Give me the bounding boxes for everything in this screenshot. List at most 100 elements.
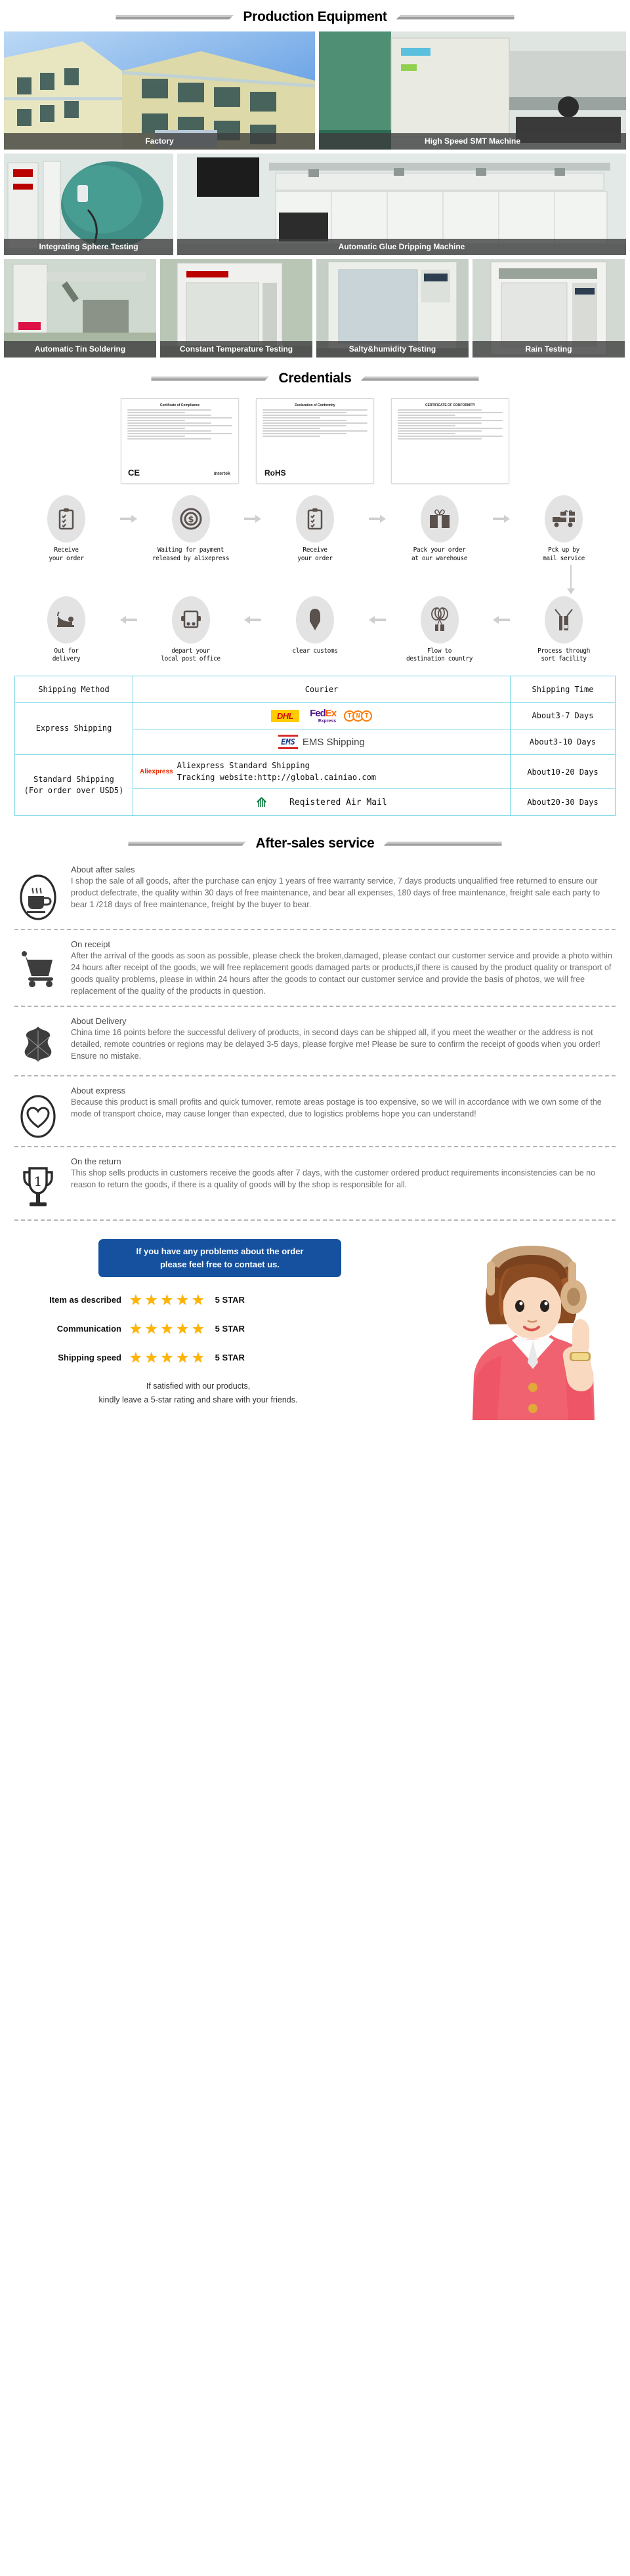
star-icon: ★ (191, 1320, 205, 1337)
equipment-caption: Integrating Sphere Testing (4, 239, 173, 255)
trophy-icon: 1 (14, 1156, 62, 1212)
header-shipping-time: Shipping Time (510, 676, 616, 703)
aftersales-item: On receipt After the arrival of the good… (0, 933, 630, 1003)
star-icon: ★ (176, 1320, 189, 1337)
footer-rating-section: If you have any problems about the order… (0, 1223, 630, 1420)
section-header-production: Production Equipment (0, 0, 630, 31)
rating-label: Shipping speed (58, 1353, 121, 1363)
rule-right (360, 376, 479, 381)
aftersales-body: Because this product is small profits an… (71, 1097, 602, 1118)
equipment-card-temperature: Constant Temperature Testing (160, 259, 312, 358)
equipment-card-factory: Factory (4, 31, 315, 150)
header-courier: Courier (133, 676, 511, 703)
header-shipping-method: Shipping Method (14, 676, 133, 703)
equipment-caption: Rain Testing (472, 341, 625, 358)
method-standard-shipping: Standard Shipping (For order over USD5) (14, 754, 133, 817)
certificate-card: Declaration of Conformity RoHS (256, 398, 374, 483)
ce-mark-icon: CE (128, 468, 140, 478)
post-van-icon (171, 596, 210, 644)
aftersales-item: About express Because this product is sm… (0, 1079, 630, 1143)
equipment-caption: Automatic Glue Dripping Machine (177, 239, 626, 255)
step-label-line1: clear customs (292, 647, 338, 655)
leather-hide-icon (14, 1016, 62, 1067)
aftersales-body: I shop the sale of all goods, after the … (71, 876, 600, 910)
aftersales-heading: On the return (71, 1156, 121, 1166)
aftersales-heading: About Delivery (71, 1015, 127, 1026)
aftersales-text: About after sales I shop the sale of all… (71, 865, 616, 910)
courier-airmail-cell: ⟰ Reqistered Air Mail (133, 788, 511, 817)
process-step: Receive your order (266, 495, 364, 563)
star-rating: ★ ★ ★ ★ ★ (129, 1291, 205, 1308)
airmail-label: Reqistered Air Mail (289, 797, 387, 808)
high-heel-shoe-icon (47, 596, 85, 644)
process-flow-row-2: Out for delivery depart your local post of… (17, 596, 613, 664)
shipping-time-value: About3-7 Days (510, 702, 616, 730)
step-label-line1: Receive (54, 546, 79, 554)
step-label-line2: at our warehouse (411, 554, 468, 562)
rule-left (116, 15, 234, 20)
page-title: Production Equipment (243, 9, 387, 24)
rating-label: Communication (56, 1324, 121, 1334)
dollar-coin-icon: $ (171, 495, 210, 542)
rating-row-communication: Communication ★ ★ ★ ★ ★ 5 STAR (21, 1320, 375, 1337)
certificate-title: CERTIFICATE OF CONFORMITY (425, 403, 475, 407)
star-icon: ★ (129, 1320, 142, 1337)
certificate-title: Declaration of Conformity (295, 403, 335, 407)
equipment-caption: High Speed SMT Machine (319, 133, 626, 150)
clipboard-icon (296, 495, 334, 542)
aftersales-body: After the arrival of the goods as soon a… (71, 951, 612, 996)
star-icon: ★ (144, 1291, 158, 1308)
aftersales-heading: About after sales (71, 865, 135, 875)
equipment-caption: Constant Temperature Testing (160, 341, 312, 358)
contact-line-2: please feel free to contaet us. (159, 1259, 280, 1269)
step-label-line1: Pck up by (548, 546, 579, 554)
rohs-mark-icon: RoHS (264, 468, 286, 478)
china-post-logo-icon: ⟰ (256, 794, 268, 811)
certificate-card: Certificate of Compliance CE Intertek (121, 398, 239, 483)
support-agent-illustration (472, 1245, 595, 1420)
aftersales-text: About Delivery China time 16 points befo… (71, 1016, 616, 1062)
section-header-credentials: Credentials (0, 361, 630, 393)
aftersales-text: On receipt After the arrival of the good… (71, 939, 616, 998)
step-label-line2: delivery (52, 655, 81, 663)
divider (14, 929, 616, 931)
credentials-title: Credentials (278, 371, 352, 386)
star-icon: ★ (191, 1291, 205, 1308)
equipment-caption: Automatic Tin Soldering (4, 341, 156, 358)
shipping-table: Shipping Method Courier Shipping Time Ex… (14, 676, 616, 817)
step-label-line1: depart your (171, 647, 210, 655)
star-rating: ★ ★ ★ ★ ★ (129, 1350, 205, 1365)
contact-line-1: If you have any problems about the order (136, 1246, 304, 1256)
coffee-cup-icon (14, 865, 62, 921)
order-process-flow: Receive your order $ Waiting for payment r… (0, 493, 630, 670)
aftersales-heading: About express (71, 1085, 126, 1095)
aftersales-item: About Delivery China time 16 points befo… (0, 1010, 630, 1073)
rule-left (128, 842, 246, 846)
equipment-card-rain: Rain Testing (472, 259, 625, 358)
dhl-logo-icon: DHL (270, 709, 300, 722)
star-icon: ★ (129, 1291, 142, 1308)
table-row: Express Shipping DHL FedEx Express TNT Ab… (14, 702, 616, 756)
arrow-left-icon (243, 596, 262, 644)
courier-ems-cell: EMS EMS Shipping (133, 729, 511, 756)
shipping-time-value: About20-30 Days (510, 788, 616, 817)
step-label-line2: your order (49, 554, 84, 562)
step-label-line2: destination country (406, 655, 473, 663)
equipment-row-3: Automatic Tin Soldering Constant Tempera… (0, 259, 630, 361)
star-icon: ★ (160, 1320, 174, 1337)
rule-right (396, 14, 514, 20)
step-label-line2: your order (297, 554, 333, 562)
equipment-card-smt: High Speed SMT Machine (319, 31, 626, 150)
process-step: Receive your order (17, 495, 116, 563)
closing-line-2: kindly leave a 5-star rating and share w… (98, 1395, 298, 1405)
equipment-row-2: Integrating Sphere Testing Automatic Glu… (0, 153, 630, 259)
aftersales-text: On the return This shop sells products i… (71, 1156, 616, 1191)
aftersales-body: This shop sells products in customers re… (71, 1168, 596, 1189)
rating-value: 5 STAR (215, 1353, 245, 1363)
aliexpress-tracking-url[interactable]: Tracking website:http://global.cainiao.c… (177, 773, 376, 782)
certificate-card: CERTIFICATE OF CONFORMITY (391, 398, 509, 483)
arrow-right-icon (492, 495, 511, 542)
method-express-shipping: Express Shipping (14, 702, 133, 756)
contact-us-banner[interactable]: If you have any problems about the order… (98, 1238, 341, 1277)
svg-text:$: $ (188, 515, 194, 525)
